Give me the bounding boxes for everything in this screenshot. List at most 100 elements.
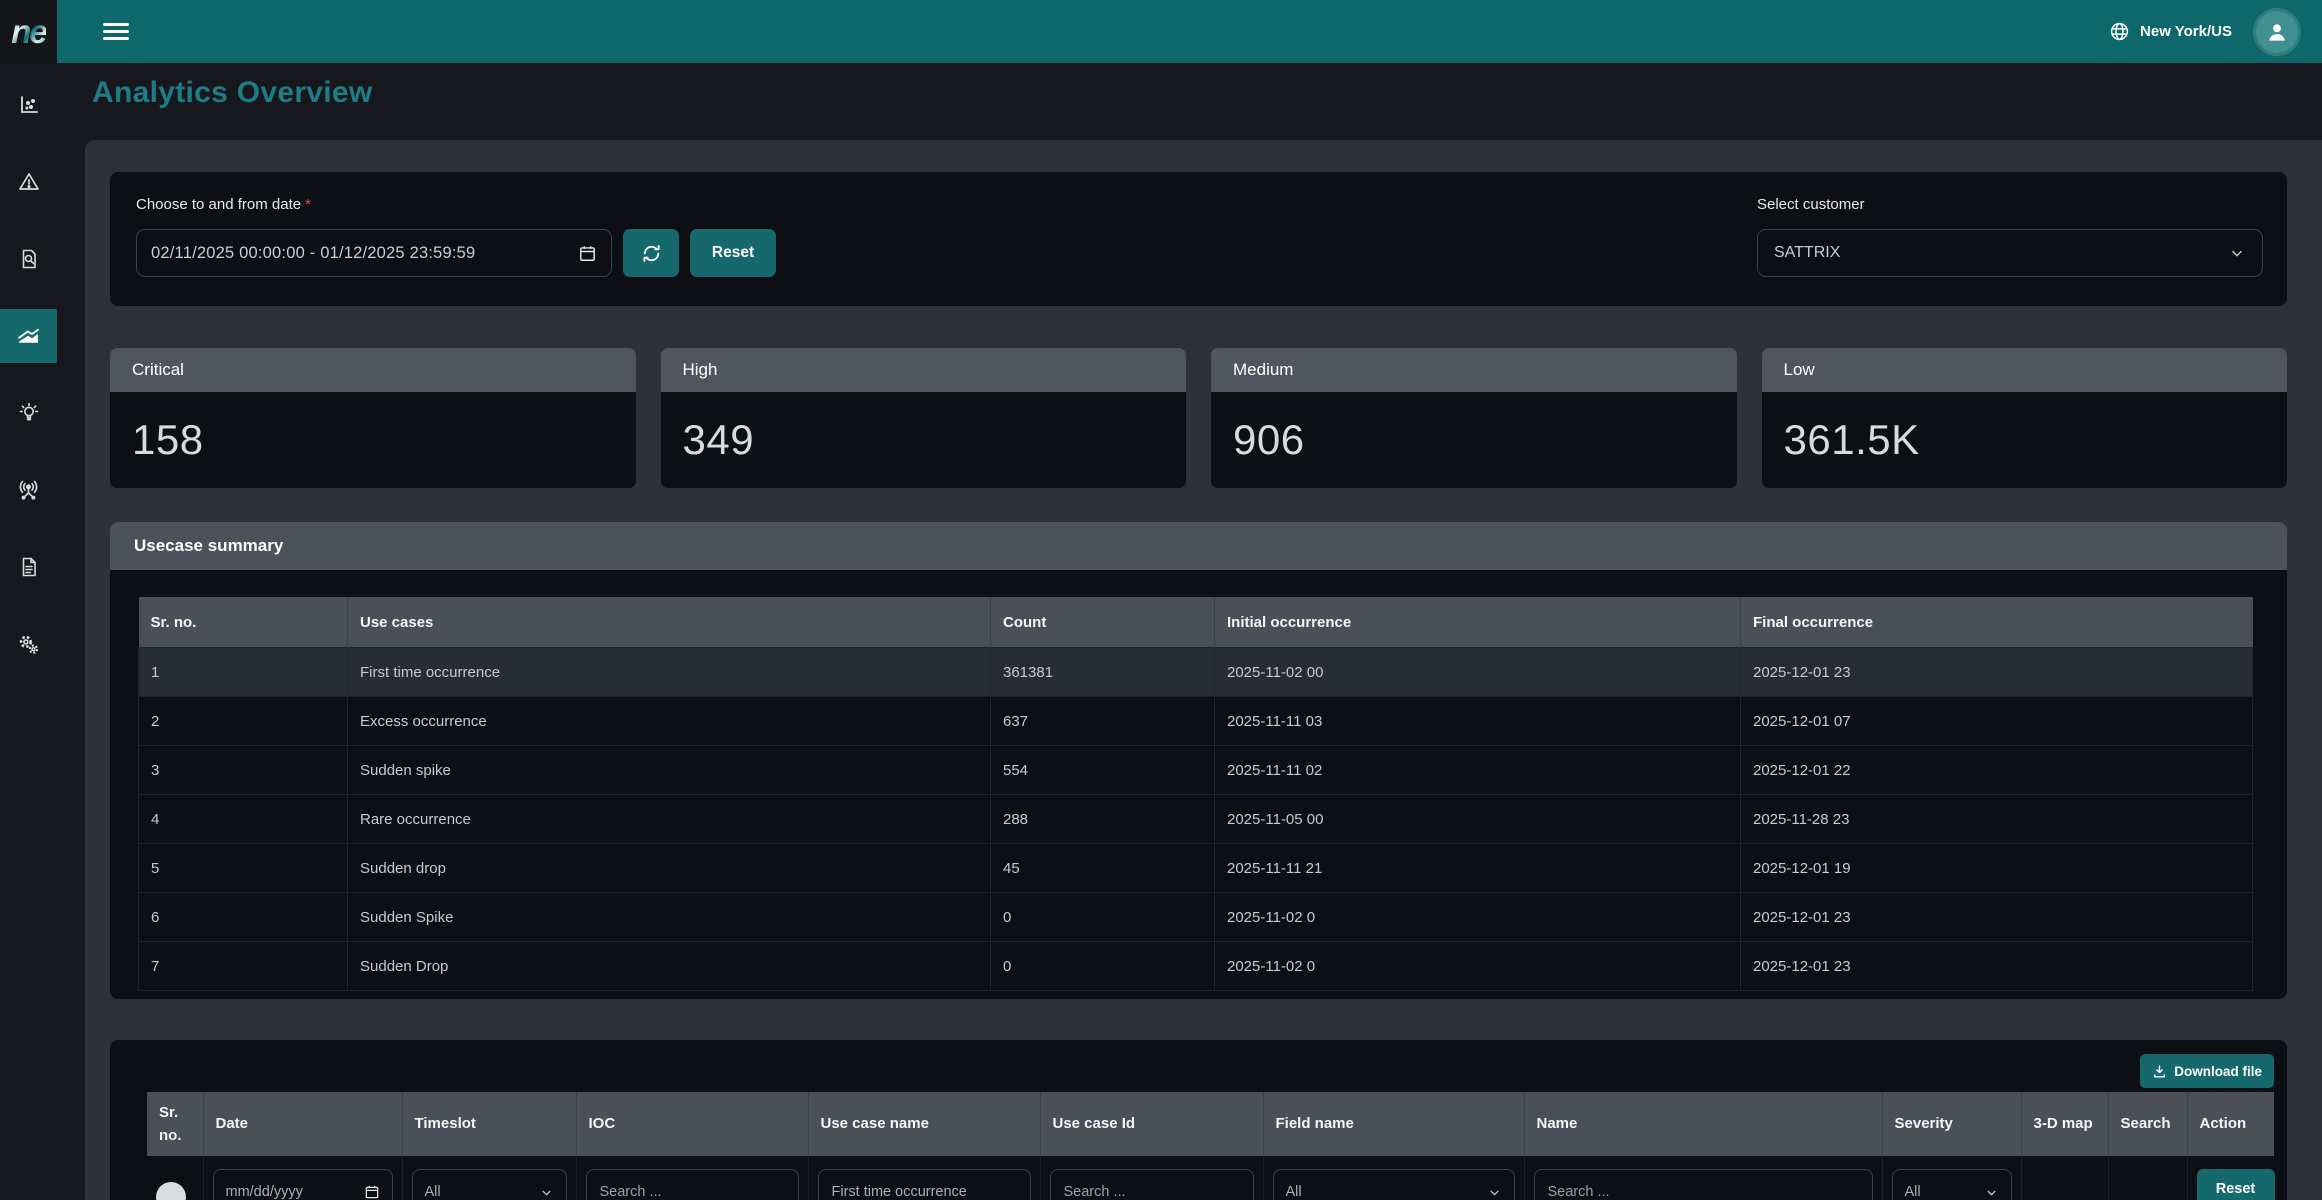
column-header-3d-map: 3-D map: [2021, 1092, 2108, 1156]
date-range-input[interactable]: 02/11/2025 00:00:00 - 01/12/2025 23:59:5…: [136, 229, 612, 277]
column-header-ioc: IOC: [576, 1092, 808, 1156]
cell-use-case: Sudden Spike: [348, 893, 991, 942]
sidebar-item-insights[interactable]: [0, 386, 57, 440]
download-file-button[interactable]: Download file: [2140, 1054, 2274, 1088]
usecase-summary-title: Usecase summary: [110, 522, 2287, 570]
sidebar: [0, 63, 57, 1200]
column-header-field-name: Field name: [1263, 1092, 1524, 1156]
column-header-use-cases: Use cases: [348, 597, 991, 648]
page-title: Analytics Overview: [92, 76, 373, 110]
sidebar-item-analytics-charts[interactable]: [0, 78, 57, 132]
cell-use-case: Rare occurrence: [348, 795, 991, 844]
stat-label: Critical: [110, 348, 636, 392]
cell-sr-no: 3: [139, 746, 348, 795]
sidebar-item-alerts[interactable]: [0, 155, 57, 209]
cell-sr-no: 4: [139, 795, 348, 844]
cell-sr-no: 1: [139, 648, 348, 697]
stat-card-critical: Critical 158: [110, 348, 636, 488]
customer-select[interactable]: SATTRIX: [1757, 229, 2263, 277]
chevron-down-icon: [539, 1185, 554, 1200]
use-case-id-search-input[interactable]: [1050, 1169, 1254, 1200]
row-expander-button[interactable]: [156, 1182, 186, 1200]
cell-count: 45: [991, 844, 1215, 893]
date-filter-input[interactable]: mm/dd/yyyy: [213, 1169, 393, 1200]
cell-count: 554: [991, 746, 1215, 795]
table-row: 6 Sudden Spike 0 2025-11-02 0 2025-12-01…: [139, 893, 2253, 942]
cell-count: 637: [991, 697, 1215, 746]
menu-toggle-button[interactable]: [101, 19, 131, 44]
cell-use-case: Sudden spike: [348, 746, 991, 795]
timeslot-value: All: [425, 1184, 441, 1200]
usecase-summary-panel: Usecase summary Sr. no. Use cases Count …: [110, 522, 2287, 999]
globe-icon: [2109, 21, 2130, 42]
chevron-down-icon: [1487, 1185, 1502, 1200]
settings-gears-icon: [16, 632, 41, 657]
ioc-detail-panel: Download file Sr. no. Date Timeslot IOC …: [110, 1040, 2287, 1200]
cell-final: 2025-12-01 07: [1741, 697, 2253, 746]
timezone-label: New York/US: [2140, 23, 2232, 40]
stat-label: Low: [1762, 348, 2288, 392]
sidebar-item-analytics-overview[interactable]: [0, 309, 57, 363]
sidebar-item-investigation[interactable]: [0, 232, 57, 286]
severity-select[interactable]: All: [1892, 1169, 2012, 1200]
person-icon: [2264, 19, 2290, 45]
column-header-severity: Severity: [1882, 1092, 2021, 1156]
download-label: Download file: [2174, 1064, 2262, 1079]
reset-filters-button[interactable]: Reset: [2197, 1169, 2275, 1200]
download-icon: [2152, 1064, 2167, 1079]
cell-count: 0: [991, 942, 1215, 991]
sidebar-item-broadcast[interactable]: [0, 463, 57, 517]
reset-date-button[interactable]: Reset: [690, 229, 776, 277]
use-case-name-input[interactable]: [818, 1169, 1031, 1200]
refresh-button[interactable]: [623, 229, 679, 277]
cell-final: 2025-12-01 23: [1741, 648, 2253, 697]
broadcast-icon: [16, 478, 41, 503]
cell-final: 2025-12-01 23: [1741, 893, 2253, 942]
date-filter-group: Choose to and from date* 02/11/2025 00:0…: [136, 196, 776, 306]
name-search-input[interactable]: [1534, 1169, 1873, 1200]
table-row: 3 Sudden spike 554 2025-11-11 02 2025-12…: [139, 746, 2253, 795]
stat-label: High: [661, 348, 1187, 392]
cell-sr-no: 5: [139, 844, 348, 893]
column-header-final-occurrence: Final occurrence: [1741, 597, 2253, 648]
timeslot-select[interactable]: All: [412, 1169, 567, 1200]
cell-use-case: First time occurrence: [348, 648, 991, 697]
cell-final: 2025-12-01 19: [1741, 844, 2253, 893]
cell-initial: 2025-11-02 0: [1215, 942, 1741, 991]
stat-card-low: Low 361.5K: [1762, 348, 2288, 488]
cell-initial: 2025-11-11 21: [1215, 844, 1741, 893]
cell-final: 2025-12-01 23: [1741, 942, 2253, 991]
cell-initial: 2025-11-05 00: [1215, 795, 1741, 844]
user-avatar[interactable]: [2256, 11, 2298, 53]
date-filter-placeholder: mm/dd/yyyy: [226, 1184, 303, 1200]
column-header-count: Count: [991, 597, 1215, 648]
stat-label: Medium: [1211, 348, 1737, 392]
column-header-name: Name: [1524, 1092, 1882, 1156]
severity-stats-row: Critical 158 High 349 Medium 906 Low 361…: [110, 348, 2287, 488]
column-header-sr-no: Sr. no.: [139, 597, 348, 648]
date-range-label: Choose to and from date*: [136, 196, 776, 213]
cell-initial: 2025-11-11 03: [1215, 697, 1741, 746]
report-document-icon: [17, 555, 41, 579]
table-row: 2 Excess occurrence 637 2025-11-11 03 20…: [139, 697, 2253, 746]
stat-value: 361.5K: [1784, 416, 1920, 464]
timezone-selector[interactable]: New York/US: [2109, 21, 2232, 42]
app-logo[interactable]: ne: [0, 0, 57, 63]
main-content: Choose to and from date* 02/11/2025 00:0…: [85, 140, 2322, 1200]
usecase-summary-table: Sr. no. Use cases Count Initial occurren…: [138, 597, 2253, 991]
cell-sr-no: 6: [139, 893, 348, 942]
sidebar-item-settings[interactable]: [0, 617, 57, 671]
cell-count: 361381: [991, 648, 1215, 697]
sidebar-item-reports[interactable]: [0, 540, 57, 594]
table-row: 1 First time occurrence 361381 2025-11-0…: [139, 648, 2253, 697]
document-search-icon: [17, 247, 41, 271]
column-header-date: Date: [203, 1092, 402, 1156]
calendar-icon[interactable]: [578, 244, 597, 263]
column-header-search: Search: [2108, 1092, 2187, 1156]
scatter-chart-icon: [17, 93, 41, 117]
calendar-icon[interactable]: [364, 1184, 380, 1200]
cell-sr-no: 7: [139, 942, 348, 991]
ioc-search-input[interactable]: [586, 1169, 799, 1200]
field-name-select[interactable]: All: [1273, 1169, 1515, 1200]
field-name-value: All: [1286, 1184, 1302, 1200]
